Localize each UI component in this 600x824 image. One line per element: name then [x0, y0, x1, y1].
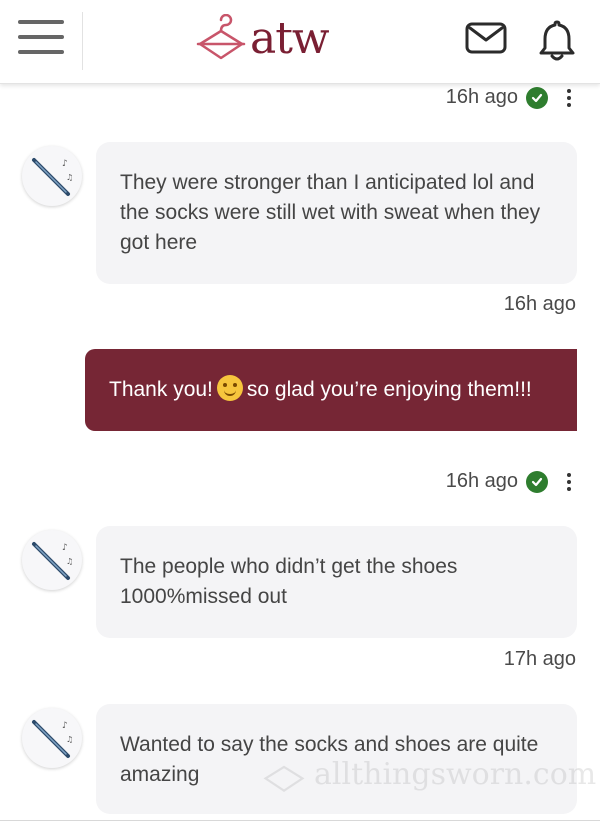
- message-options-icon[interactable]: [562, 472, 576, 491]
- svg-text:♪: ♪: [62, 159, 68, 169]
- message-meta: 16h ago: [446, 470, 576, 493]
- site-logo[interactable]: atw: [196, 13, 330, 64]
- logo-wordmark: atw: [250, 13, 330, 64]
- sender-avatar[interactable]: ♪ ♫: [22, 530, 82, 590]
- message-options-icon[interactable]: [562, 88, 576, 107]
- sender-avatar[interactable]: ♪ ♫: [22, 146, 82, 206]
- svg-text:♫: ♫: [66, 173, 73, 182]
- message-timestamp: 16h ago: [445, 470, 518, 492]
- top-navigation-bar: atw: [0, 0, 600, 84]
- svg-text:♫: ♫: [66, 735, 73, 744]
- svg-text:♪: ♪: [62, 721, 68, 731]
- bell-icon[interactable]: [536, 18, 578, 67]
- svg-text:♫: ♫: [66, 557, 73, 566]
- incoming-message-bubble: Wanted to say the socks and shoes are qu…: [96, 704, 577, 814]
- message-text: The people who didn’t get the shoes 1000…: [120, 555, 458, 608]
- sender-avatar[interactable]: ♪ ♫: [22, 708, 82, 768]
- svg-text:♪: ♪: [62, 543, 68, 553]
- message-timestamp: 16h ago: [503, 293, 576, 315]
- message-text: Wanted to say the socks and shoes are qu…: [120, 733, 539, 786]
- message-text: They were stronger than I anticipated lo…: [120, 171, 541, 254]
- message-meta: 16h ago: [504, 293, 576, 316]
- outgoing-message-bubble: Thank you! so glad you’re enjoying them!!…: [85, 349, 577, 431]
- read-check-icon: [526, 86, 548, 109]
- smiling-face-icon: [216, 375, 243, 401]
- incoming-message-bubble: They were stronger than I anticipated lo…: [96, 142, 577, 284]
- message-text-end: so glad you’re enjoying them!!!: [246, 378, 532, 401]
- message-meta: 17h ago: [504, 648, 576, 671]
- message-text-start: Thank you!: [109, 378, 213, 401]
- incoming-message-bubble: The people who didn’t get the shoes 1000…: [96, 526, 577, 638]
- header-divider: [82, 12, 83, 70]
- message-meta: 16h ago: [446, 86, 576, 109]
- hamburger-menu-icon[interactable]: [18, 20, 64, 58]
- message-timestamp: 17h ago: [503, 648, 576, 670]
- read-check-icon: [526, 470, 548, 493]
- hanger-icon: [196, 14, 246, 60]
- message-timestamp: 16h ago: [445, 86, 518, 108]
- mail-icon[interactable]: [464, 18, 508, 63]
- avatar-image-icon: ♪ ♫: [32, 158, 73, 196]
- bottom-divider: [0, 820, 600, 821]
- avatar-image-icon: ♪ ♫: [32, 720, 73, 758]
- avatar-image-icon: ♪ ♫: [32, 542, 73, 580]
